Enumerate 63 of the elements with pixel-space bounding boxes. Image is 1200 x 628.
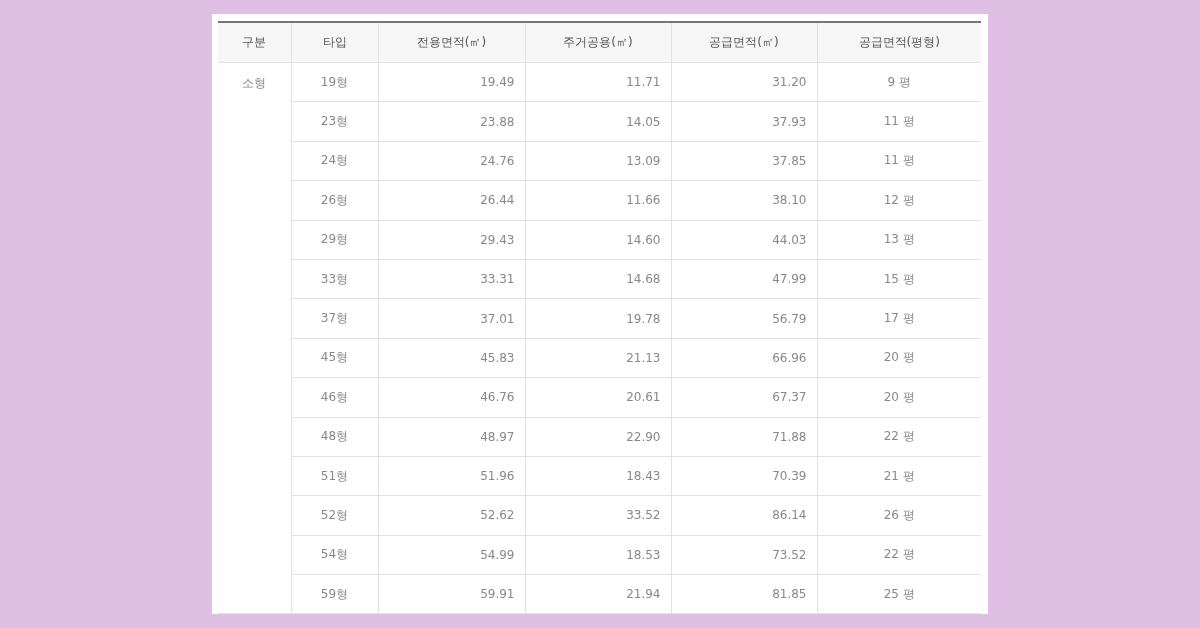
table-cell: 37.01 [378, 298, 525, 339]
table-cell: 31.20 [671, 62, 817, 102]
table-cell: 48.97 [378, 417, 525, 457]
table-cell: 48형 [291, 417, 378, 457]
table-cell: 19형 [291, 62, 378, 102]
table-cell: 14.68 [525, 259, 671, 299]
table-cell: 37.93 [671, 101, 817, 142]
column-header: 타입 [291, 22, 378, 63]
table-cell: 45.83 [378, 338, 525, 378]
table-cell: 38.10 [671, 180, 817, 221]
table-cell: 47.99 [671, 259, 817, 299]
table-cell: 44.03 [671, 220, 817, 260]
table-cell: 52형 [291, 495, 378, 536]
table-cell: 29형 [291, 220, 378, 260]
table-cell: 59형 [291, 574, 378, 614]
table-cell: 22.90 [525, 417, 671, 457]
table-cell: 18.43 [525, 456, 671, 496]
table-cell: 33.31 [378, 259, 525, 299]
table-cell: 54.99 [378, 535, 525, 575]
table-cell: 54형 [291, 535, 378, 575]
table-cell: 51.96 [378, 456, 525, 496]
column-header: 주거공용(㎡) [525, 22, 671, 63]
table-cell: 11.71 [525, 62, 671, 102]
table-cell: 46형 [291, 377, 378, 417]
table-cell: 24형 [291, 141, 378, 181]
table-cell: 14.60 [525, 220, 671, 260]
table-cell: 23형 [291, 101, 378, 142]
column-header: 전용면적(㎡) [378, 22, 525, 63]
column-header: 공급면적(㎡) [671, 22, 817, 63]
table-cell: 70.39 [671, 456, 817, 496]
table-cell: 71.88 [671, 417, 817, 457]
table-cell: 21.13 [525, 338, 671, 378]
table-cell: 23.88 [378, 101, 525, 142]
table-cell: 33.52 [525, 495, 671, 536]
table-cell: 26형 [291, 180, 378, 221]
table-cell: 24.76 [378, 141, 525, 181]
table-cell: 19.49 [378, 62, 525, 102]
table-cell: 46.76 [378, 377, 525, 417]
column-header: 공급면적(평형) [817, 22, 981, 63]
table-cell: 52.62 [378, 495, 525, 536]
table-cell: 소형 [218, 62, 291, 614]
table-cell: 81.85 [671, 574, 817, 614]
table-cell: 26.44 [378, 180, 525, 221]
table-cell: 13.09 [525, 141, 671, 181]
table-cell: 45형 [291, 338, 378, 378]
table-cell: 20.61 [525, 377, 671, 417]
table-cell: 37형 [291, 298, 378, 339]
table-cell: 21.94 [525, 574, 671, 614]
column-header: 구분 [218, 22, 291, 63]
table-cell: 86.14 [671, 495, 817, 536]
table-cell: 73.52 [671, 535, 817, 575]
table-cell: 18.53 [525, 535, 671, 575]
table-cell: 67.37 [671, 377, 817, 417]
table-cell: 56.79 [671, 298, 817, 339]
table-cell: 14.05 [525, 101, 671, 142]
table-cell: 33형 [291, 259, 378, 299]
table-cell: 11.66 [525, 180, 671, 221]
table-cell: 59.91 [378, 574, 525, 614]
table-cell: 37.85 [671, 141, 817, 181]
table-cell: 29.43 [378, 220, 525, 260]
table-cell: 19.78 [525, 298, 671, 339]
table-cell: 51형 [291, 456, 378, 496]
table-cell: 66.96 [671, 338, 817, 378]
